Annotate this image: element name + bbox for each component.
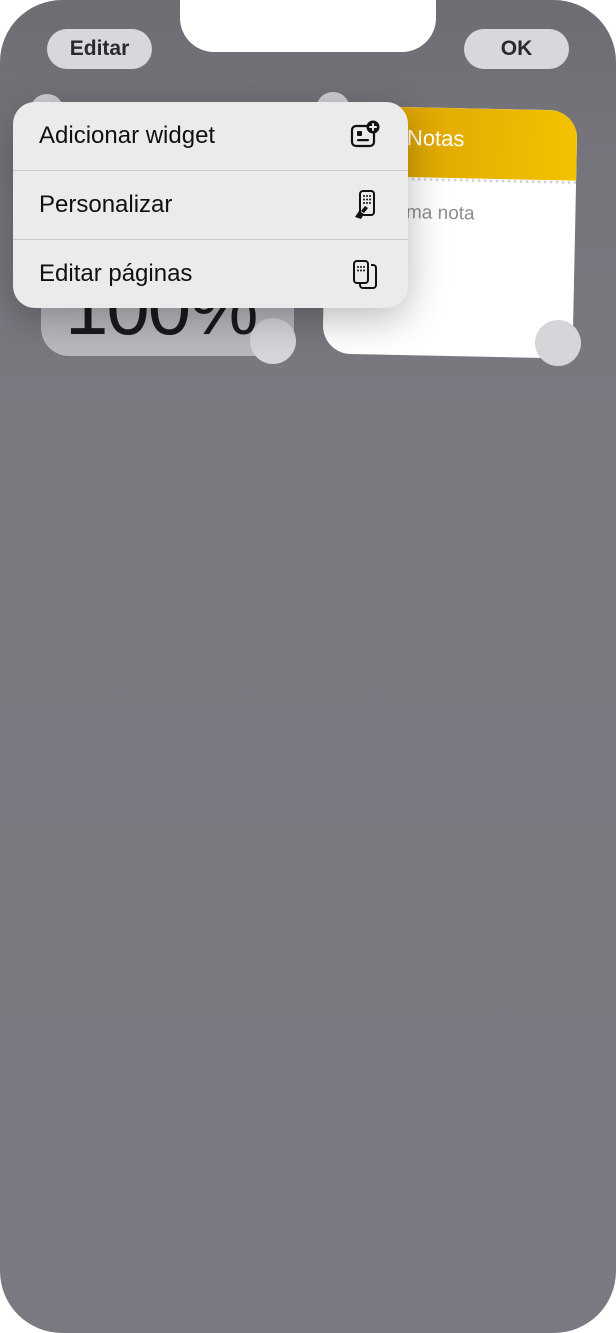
- home-screen-edit-mode: Editar OK 100% Notas uma nota Adicionar …: [0, 0, 616, 1333]
- notes-widget-title: Notas: [406, 125, 465, 152]
- notes-widget-resize-handle[interactable]: [535, 320, 581, 366]
- battery-widget-resize-handle[interactable]: [250, 318, 296, 364]
- menu-item-label: Editar páginas: [39, 259, 193, 287]
- menu-item-label: Personalizar: [39, 190, 173, 218]
- pages-icon: [348, 257, 382, 291]
- edit-context-menu: Adicionar widget Personalizar Editar pág…: [13, 102, 408, 308]
- done-button[interactable]: OK: [464, 29, 569, 69]
- paintbrush-phone-icon: [348, 188, 382, 222]
- menu-item-add-widget[interactable]: Adicionar widget: [13, 102, 408, 170]
- widget-add-icon: [348, 119, 382, 153]
- menu-item-customize[interactable]: Personalizar: [13, 170, 408, 238]
- edit-button[interactable]: Editar: [47, 29, 152, 69]
- device-notch: [180, 0, 436, 52]
- menu-item-edit-pages[interactable]: Editar páginas: [13, 239, 408, 307]
- menu-item-label: Adicionar widget: [39, 122, 216, 149]
